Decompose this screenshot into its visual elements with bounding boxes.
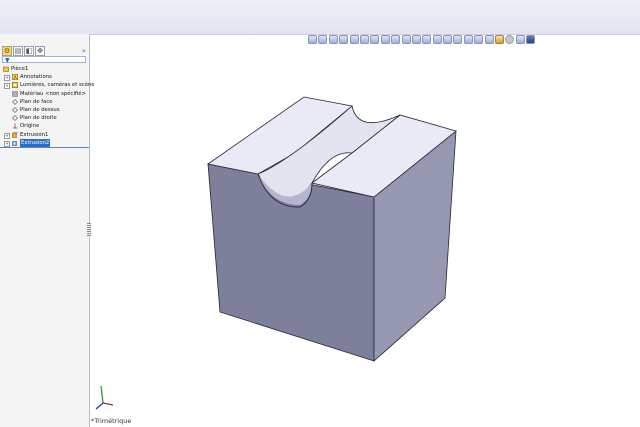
tree-item-top-plane[interactable]: Plan de dessus [0,106,89,114]
expand-toggle[interactable]: + [4,140,10,147]
expand-panel-icon[interactable]: » [82,47,86,55]
triad-y-axis [100,385,104,404]
tree-item-label: Extrusion1 [20,131,49,138]
tree-item-label: Annotations [20,74,52,81]
material-icon [12,90,18,97]
property-manager-tab[interactable]: ▤ [13,45,23,56]
tree-item-label: Plan de dessus [20,106,60,113]
plane-icon [12,107,18,113]
coordinate-triad [95,385,114,410]
expand-toggle[interactable]: + [4,83,10,90]
extrude-icon [12,131,18,138]
dimxpert-tab[interactable]: ✥ [35,45,45,56]
tree-item-label: Plan de droite [20,115,57,122]
feature-manager-tab[interactable]: ⚙ [2,45,12,56]
feature-manager-tabs: ⚙ ▤ ◧ ✥ » [0,45,90,56]
tree-item-lights-cameras[interactable]: + Lumières, caméras et scène [0,81,95,90]
tree-item-front-plane[interactable]: Plan de face [0,98,89,106]
tree-item-extrusion1[interactable]: + Extrusion1 [0,131,89,139]
view-orientation-label: *Trimétrique [91,417,132,425]
annotations-icon: A [12,74,18,81]
expand-toggle[interactable]: + [4,132,10,139]
triad-x-axis [102,402,114,406]
tree-item-origin[interactable]: Origine [0,122,89,130]
tree-item-annotations[interactable]: + A Annotations [0,73,89,82]
tree-filter-field[interactable]: ▼ [2,56,86,64]
origin-icon [13,123,18,129]
lights-cameras-icon [12,82,18,89]
tree-item-label: Lumières, caméras et scène [20,82,95,89]
part-icon [3,66,9,72]
expand-toggle[interactable]: + [4,75,10,82]
triad-z-axis [95,402,104,410]
tree-item-label: Matériau <non spécifié> [20,90,86,97]
configuration-manager-tab[interactable]: ◧ [24,45,34,56]
tree-item-label: Plan de face [20,98,53,105]
funnel-icon: ▼ [5,57,10,64]
tree-root[interactable]: Pièce1 [0,65,89,73]
title-bar [0,0,640,35]
tree-item-material[interactable]: Matériau <non spécifié> [0,90,89,98]
feature-tree: Pièce1 + A Annotations + Lumières, camér… [0,65,95,148]
tree-item-label: Extrusion2 [20,138,51,147]
plane-icon [12,98,18,105]
plane-icon [12,115,18,122]
cut-extrude-icon [12,140,17,146]
tree-item-extrusion2[interactable]: + Extrusion2 [0,138,89,148]
tree-root-label: Pièce1 [11,66,29,72]
tree-item-right-plane[interactable]: Plan de droite [0,114,89,122]
tree-item-label: Origine [20,123,40,130]
graphics-viewport[interactable] [90,34,640,427]
